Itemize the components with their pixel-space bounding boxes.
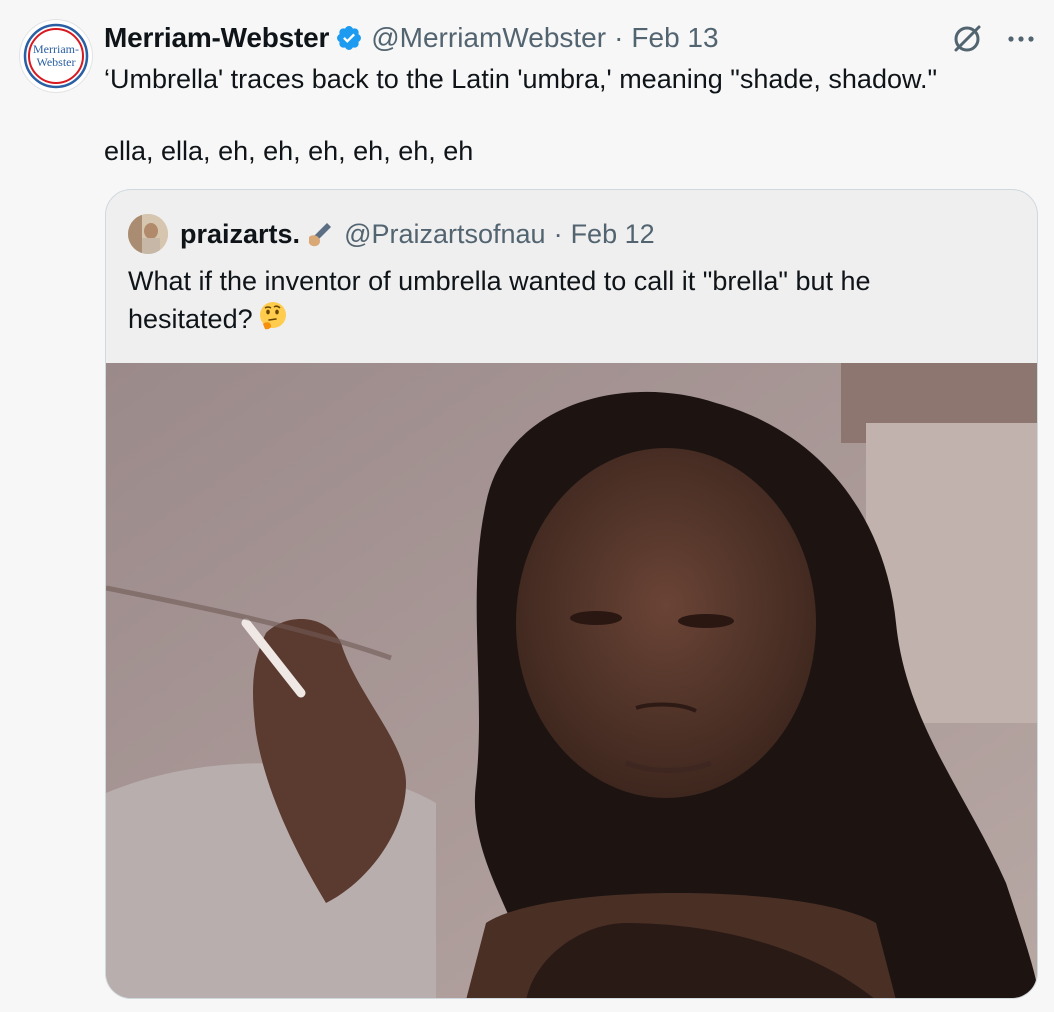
- quoted-tweet-image[interactable]: [106, 363, 1037, 998]
- quoted-tweet-text: What if the inventor of umbrella wanted …: [128, 262, 988, 342]
- verified-badge-icon[interactable]: [335, 24, 363, 52]
- tweet-text: ‘Umbrella' traces back to the Latin 'umb…: [104, 62, 1024, 168]
- quoted-tweet-text-content: What if the inventor of umbrella wanted …: [128, 266, 871, 335]
- tweet-text-line-1: ‘Umbrella' traces back to the Latin 'umb…: [104, 64, 938, 94]
- tweet-text-line-2: ella, ella, eh, eh, eh, eh, eh, eh: [104, 136, 474, 166]
- grok-icon[interactable]: [950, 22, 984, 56]
- writing-hand-icon: [306, 220, 334, 248]
- svg-text:Merriam-: Merriam-: [33, 42, 79, 56]
- quoted-separator-dot: ·: [553, 218, 563, 249]
- author-handle[interactable]: @MerriamWebster: [371, 22, 606, 54]
- tweet-header: Merriam-Webster @MerriamWebster · Feb 13: [104, 20, 719, 56]
- svg-text:Webster: Webster: [36, 55, 75, 69]
- quoted-tweet-header: praizarts. @Praizartsofnau · Feb 12: [128, 212, 655, 256]
- tweet-date[interactable]: Feb 13: [631, 22, 718, 54]
- merriam-webster-logo: Merriam- Webster: [22, 22, 90, 90]
- thinking-face-icon: [257, 300, 289, 342]
- quoted-author-avatar[interactable]: [128, 214, 168, 254]
- tweet: Merriam- Webster Merriam-Webster @Merria…: [0, 0, 1054, 1012]
- tweet-actions: [950, 22, 1036, 56]
- quoted-tweet-date[interactable]: Feb 12: [571, 219, 655, 250]
- separator-dot: ·: [614, 22, 624, 53]
- author-display-name[interactable]: Merriam-Webster: [104, 22, 329, 54]
- quoted-author-display-name[interactable]: praizarts.: [180, 219, 300, 250]
- more-options-icon[interactable]: [1006, 24, 1036, 54]
- author-avatar[interactable]: Merriam- Webster: [20, 20, 92, 92]
- quoted-author-handle[interactable]: @Praizartsofnau: [344, 219, 546, 250]
- quoted-tweet[interactable]: praizarts. @Praizartsofnau · Feb 12 What…: [105, 189, 1038, 999]
